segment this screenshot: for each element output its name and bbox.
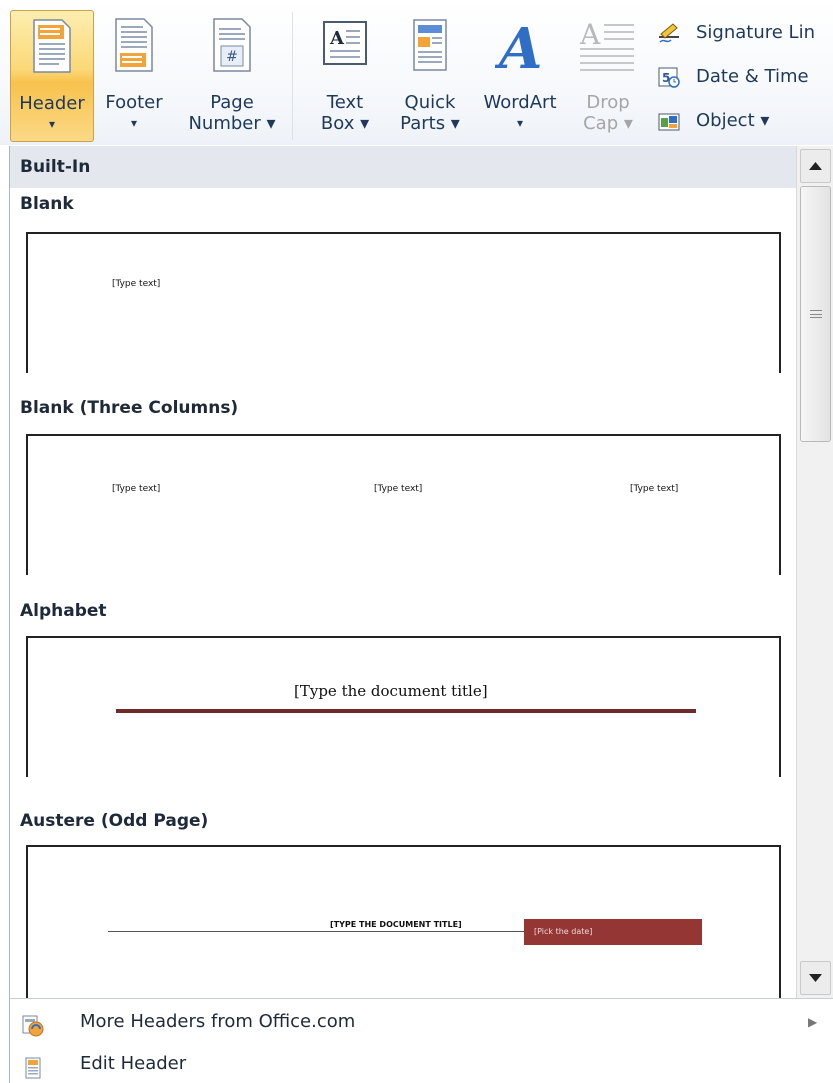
edit-header-menu-item[interactable]: Edit Header [10,1043,833,1083]
footer-icon [114,18,154,77]
header-button[interactable]: Header ▾ [10,10,94,142]
signature-line-icon [658,22,680,44]
edit-header-icon [22,1053,44,1079]
svg-text:A: A [579,18,601,51]
gallery-item-blank-three-columns[interactable]: [Type text] [Type text] [Type text] [26,434,781,575]
scroll-up-button[interactable] [800,149,831,183]
header-icon [32,19,72,78]
document-title-placeholder: [TYPE THE DOCUMENT TITLE] [330,920,462,929]
date-block: [Pick the date] [524,919,702,945]
date-placeholder: [Pick the date] [534,927,593,936]
text-box-label-2: Box ▾ [320,113,370,134]
page-number-button[interactable]: # Page Number ▾ [186,10,278,142]
page-number-icon: # [212,18,252,77]
object-icon [658,110,680,132]
gallery-item-title: Austere (Odd Page) [20,811,209,831]
insert-ribbon: Header ▾ Footer ▾ # Page Number ▾ A Text… [0,0,833,145]
signature-line-label: Signature Lin [696,22,815,43]
menu-separator [10,998,833,999]
text-box-icon: A [322,18,368,73]
quick-parts-button[interactable]: Quick Parts ▾ [392,10,468,142]
alphabet-title-rule [116,709,696,713]
gallery-item-title: Blank [20,194,74,214]
page-number-label: Page [210,92,254,113]
gallery-scrollbar[interactable] [796,146,833,998]
date-time-icon: 5 [658,66,680,88]
grip-icon [810,310,822,318]
triangle-up-icon [809,162,822,170]
more-headers-office-menu-item[interactable]: More Headers from Office.com ▶ [10,1001,833,1043]
austere-rule [108,931,524,932]
gallery-item-title: Alphabet [20,601,107,621]
quick-parts-label: Quick [404,92,456,113]
more-headers-label: More Headers from Office.com [80,1011,356,1032]
drop-cap-icon: A [578,18,638,79]
submenu-arrow-icon: ▶ [808,1015,818,1029]
wordart-icon: A [494,16,545,82]
quick-parts-label-2: Parts ▾ [400,113,460,134]
gallery-item-title: Blank (Three Columns) [20,398,239,418]
drop-cap-label: Drop [586,92,630,113]
footer-button-label: Footer [105,92,163,113]
scroll-down-button[interactable] [800,961,831,995]
svg-text:A: A [329,28,345,49]
quick-parts-icon [410,18,450,77]
drop-cap-button[interactable]: A Drop Cap ▾ [572,10,644,142]
text-box-label: Text [326,92,364,113]
header-dropdown-arrow: ▾ [48,117,56,131]
footer-dropdown-arrow: ▾ [130,116,138,130]
svg-text:A: A [495,18,542,74]
gallery-item-blank[interactable]: [Type text] [26,232,781,373]
placeholder-text-left: [Type text] [112,484,161,494]
header-button-label: Header [19,93,85,114]
gallery-scroll-area: Built-In Blank [Type text] Blank (Three … [10,146,796,998]
document-title-placeholder: [Type the document title] [294,682,488,700]
svg-text:#: # [226,49,238,65]
placeholder-text-center: [Type text] [374,484,423,494]
footer-button[interactable]: Footer ▾ [96,10,172,142]
header-gallery-dropdown: Built-In Blank [Type text] Blank (Three … [9,146,833,1083]
triangle-down-icon [809,974,822,982]
placeholder-text: [Type text] [112,279,161,289]
page-number-label-2: Number ▾ [188,113,276,134]
placeholder-text-right: [Type text] [630,484,679,494]
scroll-thumb[interactable] [800,186,831,442]
gallery-item-austere-odd-page[interactable]: [TYPE THE DOCUMENT TITLE] [Pick the date… [26,845,781,998]
ribbon-group-separator [292,12,293,140]
wordart-button[interactable]: A WordArt ▾ [474,10,566,142]
gallery-item-alphabet[interactable]: [Type the document title] [26,636,781,777]
text-box-button[interactable]: A Text Box ▾ [310,10,380,142]
category-header-built-in: Built-In [10,146,796,188]
drop-cap-label-2: Cap ▾ [583,113,633,134]
office-online-icon [22,1011,44,1037]
edit-header-label: Edit Header [80,1053,187,1074]
wordart-dropdown-arrow: ▾ [516,116,524,130]
object-label: Object ▾ [696,110,770,131]
date-time-label: Date & Time [696,66,809,87]
wordart-label: WordArt [483,92,557,113]
